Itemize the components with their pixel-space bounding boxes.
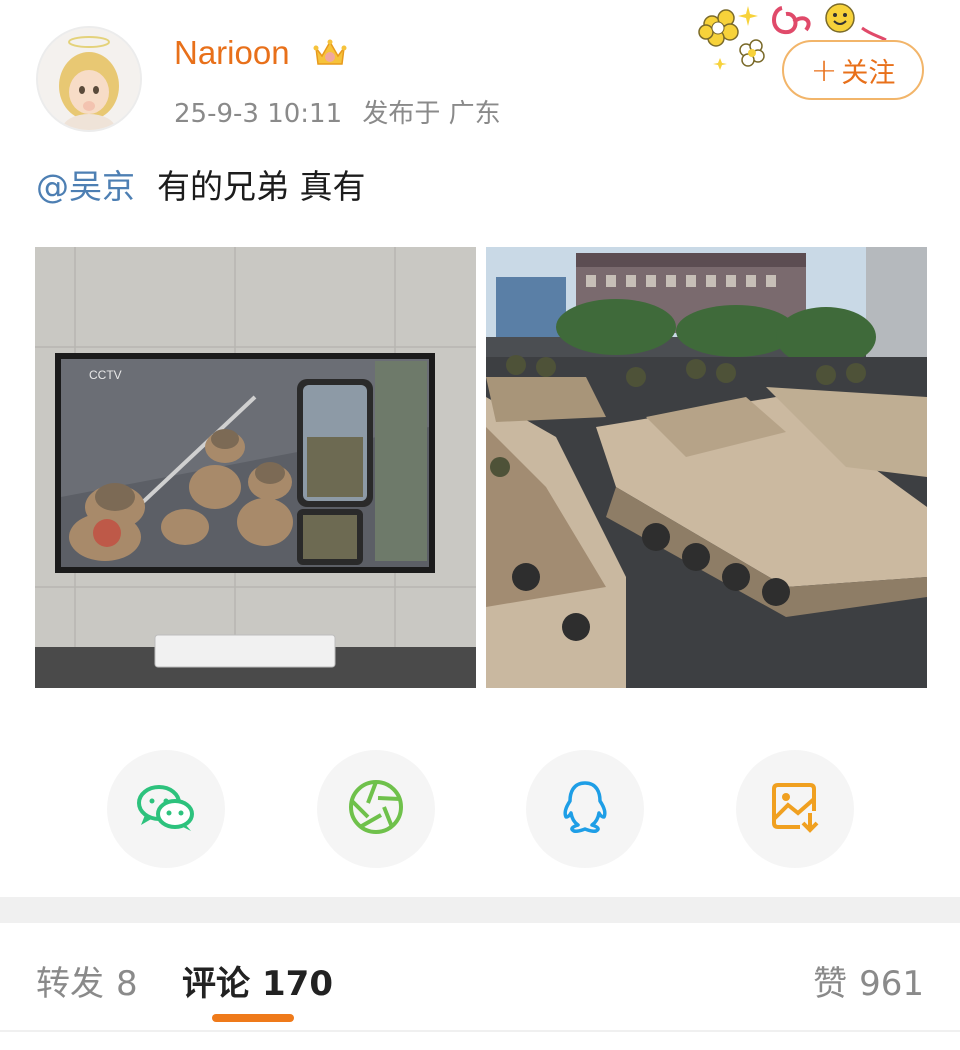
- share-moments-button[interactable]: [317, 750, 435, 868]
- follow-label: 关注: [841, 57, 896, 89]
- crown-badge-icon: [312, 36, 348, 74]
- avatar[interactable]: [36, 26, 142, 132]
- mention-link[interactable]: @吴京: [36, 167, 135, 206]
- follow-button[interactable]: + 关注: [782, 40, 924, 100]
- tab-like[interactable]: 赞 961: [813, 956, 924, 1005]
- tab-comment[interactable]: 评论 170: [182, 956, 333, 1005]
- share-wechat-button[interactable]: [107, 750, 225, 868]
- share-qq-button[interactable]: [526, 750, 644, 868]
- repost-count: 8: [116, 964, 138, 1004]
- tab-comment-label: 评论: [182, 964, 250, 1004]
- section-divider: [0, 897, 960, 923]
- like-count: 961: [859, 964, 924, 1004]
- post-location: 发布于 广东: [362, 99, 501, 129]
- tab-bar-border: [0, 1030, 960, 1032]
- comment-count: 170: [262, 964, 333, 1004]
- svg-text:CCTV: CCTV: [89, 368, 122, 382]
- save-image-icon: [770, 781, 820, 837]
- active-tab-indicator: [212, 1014, 294, 1022]
- plus-icon: +: [810, 51, 838, 89]
- username[interactable]: Narioon: [174, 34, 290, 72]
- tab-repost[interactable]: 转发 8: [36, 956, 138, 1005]
- post-text: 有的兄弟 真有: [157, 167, 366, 206]
- qq-icon: [560, 779, 610, 839]
- tab-repost-label: 转发: [36, 964, 104, 1004]
- wechat-icon: [135, 781, 197, 837]
- post-meta: 25-9-3 10:11 发布于 广东: [174, 93, 501, 130]
- post-photo-1[interactable]: CCTV: [35, 247, 476, 688]
- post-photo-2[interactable]: [486, 247, 927, 688]
- post-content: @吴京 有的兄弟 真有: [36, 160, 366, 208]
- post-time: 25-9-3 10:11: [174, 99, 343, 129]
- moments-icon: [348, 779, 404, 839]
- tab-like-label: 赞: [813, 964, 848, 1004]
- save-image-button[interactable]: [736, 750, 854, 868]
